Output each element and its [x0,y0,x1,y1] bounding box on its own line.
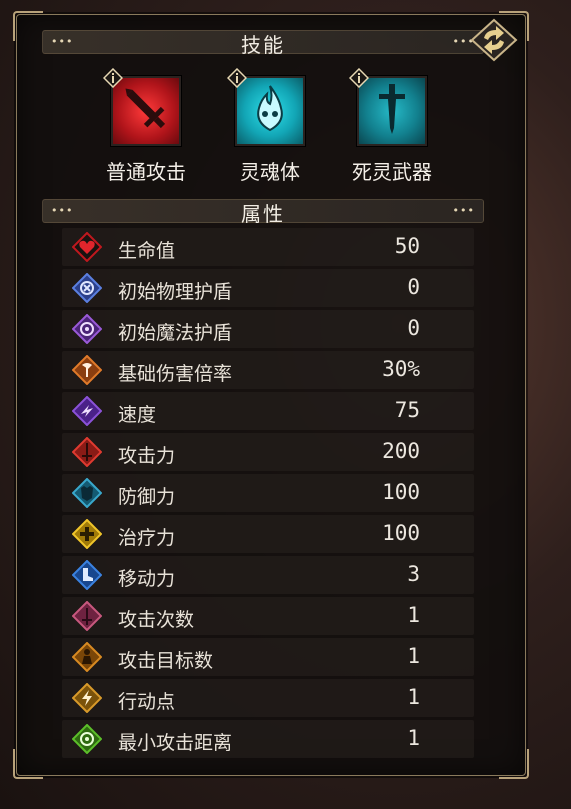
attribute-value: 1 [407,603,420,627]
skills-title: 技能 [241,33,285,57]
skill-name: 灵魂体 [240,160,300,184]
attribute-name: 初始物理护盾 [118,281,233,303]
attribute-name: 速度 [118,404,157,426]
info-icon[interactable] [227,68,247,88]
heal-cross-icon [72,519,102,549]
attribute-name: 行动点 [118,691,176,713]
skill-name: 死灵武器 [352,160,432,184]
attribute-row-movement[interactable]: 移动力 3 [62,556,474,594]
skills-header: ••• 技能 ••• [42,30,484,57]
magic-shield-icon [72,314,102,344]
attribute-name: 攻击目标数 [118,650,214,672]
attack-sword-icon [72,437,102,467]
attribute-row-attack[interactable]: 攻击力 200 [62,433,474,471]
attribute-name: 防御力 [118,486,176,508]
attribute-value: 1 [407,726,420,750]
boot-icon [72,560,102,590]
axe-icon [72,355,102,385]
info-icon[interactable] [103,68,123,88]
action-point-icon [72,683,102,713]
attribute-value: 1 [407,644,420,668]
target-count-icon [72,642,102,672]
attribute-row-damage-multiplier[interactable]: 基础伤害倍率 30% [62,351,474,389]
soul-flame-icon [257,85,283,132]
attribute-name: 攻击次数 [118,609,195,631]
heart-icon [72,232,102,262]
attribute-row-min-attack-range[interactable]: 最小攻击距离 1 [62,720,474,758]
attribute-value: 3 [407,562,420,586]
attributes-header: ••• 属性 ••• [42,199,484,226]
attribute-value: 50 [394,234,420,258]
range-target-icon [72,724,102,754]
skill-icon-frame [227,68,305,146]
attribute-value: 30% [382,357,420,381]
attribute-name: 基础伤害倍率 [118,363,233,385]
skill-icon-frame [103,68,181,146]
attribute-name: 初始魔法护盾 [118,322,233,344]
attribute-row-action-points[interactable]: 行动点 1 [62,679,474,717]
attribute-value: 200 [382,439,420,463]
sword-attack-icon [125,88,166,129]
frame-corner [13,749,43,779]
speed-icon [72,396,102,426]
attribute-row-attack-count[interactable]: 攻击次数 1 [62,597,474,635]
attribute-value: 0 [407,275,420,299]
attribute-value: 100 [382,521,420,545]
attribute-row-speed[interactable]: 速度 75 [62,392,474,430]
skill-icon-frame [349,68,427,146]
attributes-title: 属性 [241,202,285,226]
attribute-name: 移动力 [118,568,176,590]
skill-soul-body[interactable]: 灵魂体 [220,68,320,185]
attribute-row-defense[interactable]: 防御力 100 [62,474,474,512]
attribute-name: 治疗力 [118,527,176,549]
frame-corner [13,11,43,41]
attribute-row-magic-shield[interactable]: 初始魔法护盾 0 [62,310,474,348]
undead-sword-icon [379,84,405,134]
physical-shield-icon [72,273,102,303]
attribute-value: 100 [382,480,420,504]
swap-arrows-icon [470,18,518,62]
attribute-value: 1 [407,685,420,709]
attribute-row-hp[interactable]: 生命值 50 [62,228,474,266]
frame-corner [499,749,529,779]
attribute-row-healing[interactable]: 治疗力 100 [62,515,474,553]
attribute-name: 攻击力 [118,445,176,467]
attack-count-icon [72,601,102,631]
attribute-name: 最小攻击距离 [118,732,233,754]
swap-button[interactable] [470,18,518,62]
attribute-row-target-count[interactable]: 攻击目标数 1 [62,638,474,676]
ornament-dots-icon: ••• [452,204,475,217]
skill-name: 普通攻击 [106,160,186,184]
info-icon[interactable] [349,68,369,88]
armor-icon [72,478,102,508]
attribute-value: 75 [394,398,420,422]
attribute-name: 生命值 [118,240,176,262]
attribute-row-physical-shield[interactable]: 初始物理护盾 0 [62,269,474,307]
skill-undead-weapon[interactable]: 死灵武器 [342,68,442,185]
skill-normal-attack[interactable]: 普通攻击 [96,68,196,185]
attribute-value: 0 [407,316,420,340]
